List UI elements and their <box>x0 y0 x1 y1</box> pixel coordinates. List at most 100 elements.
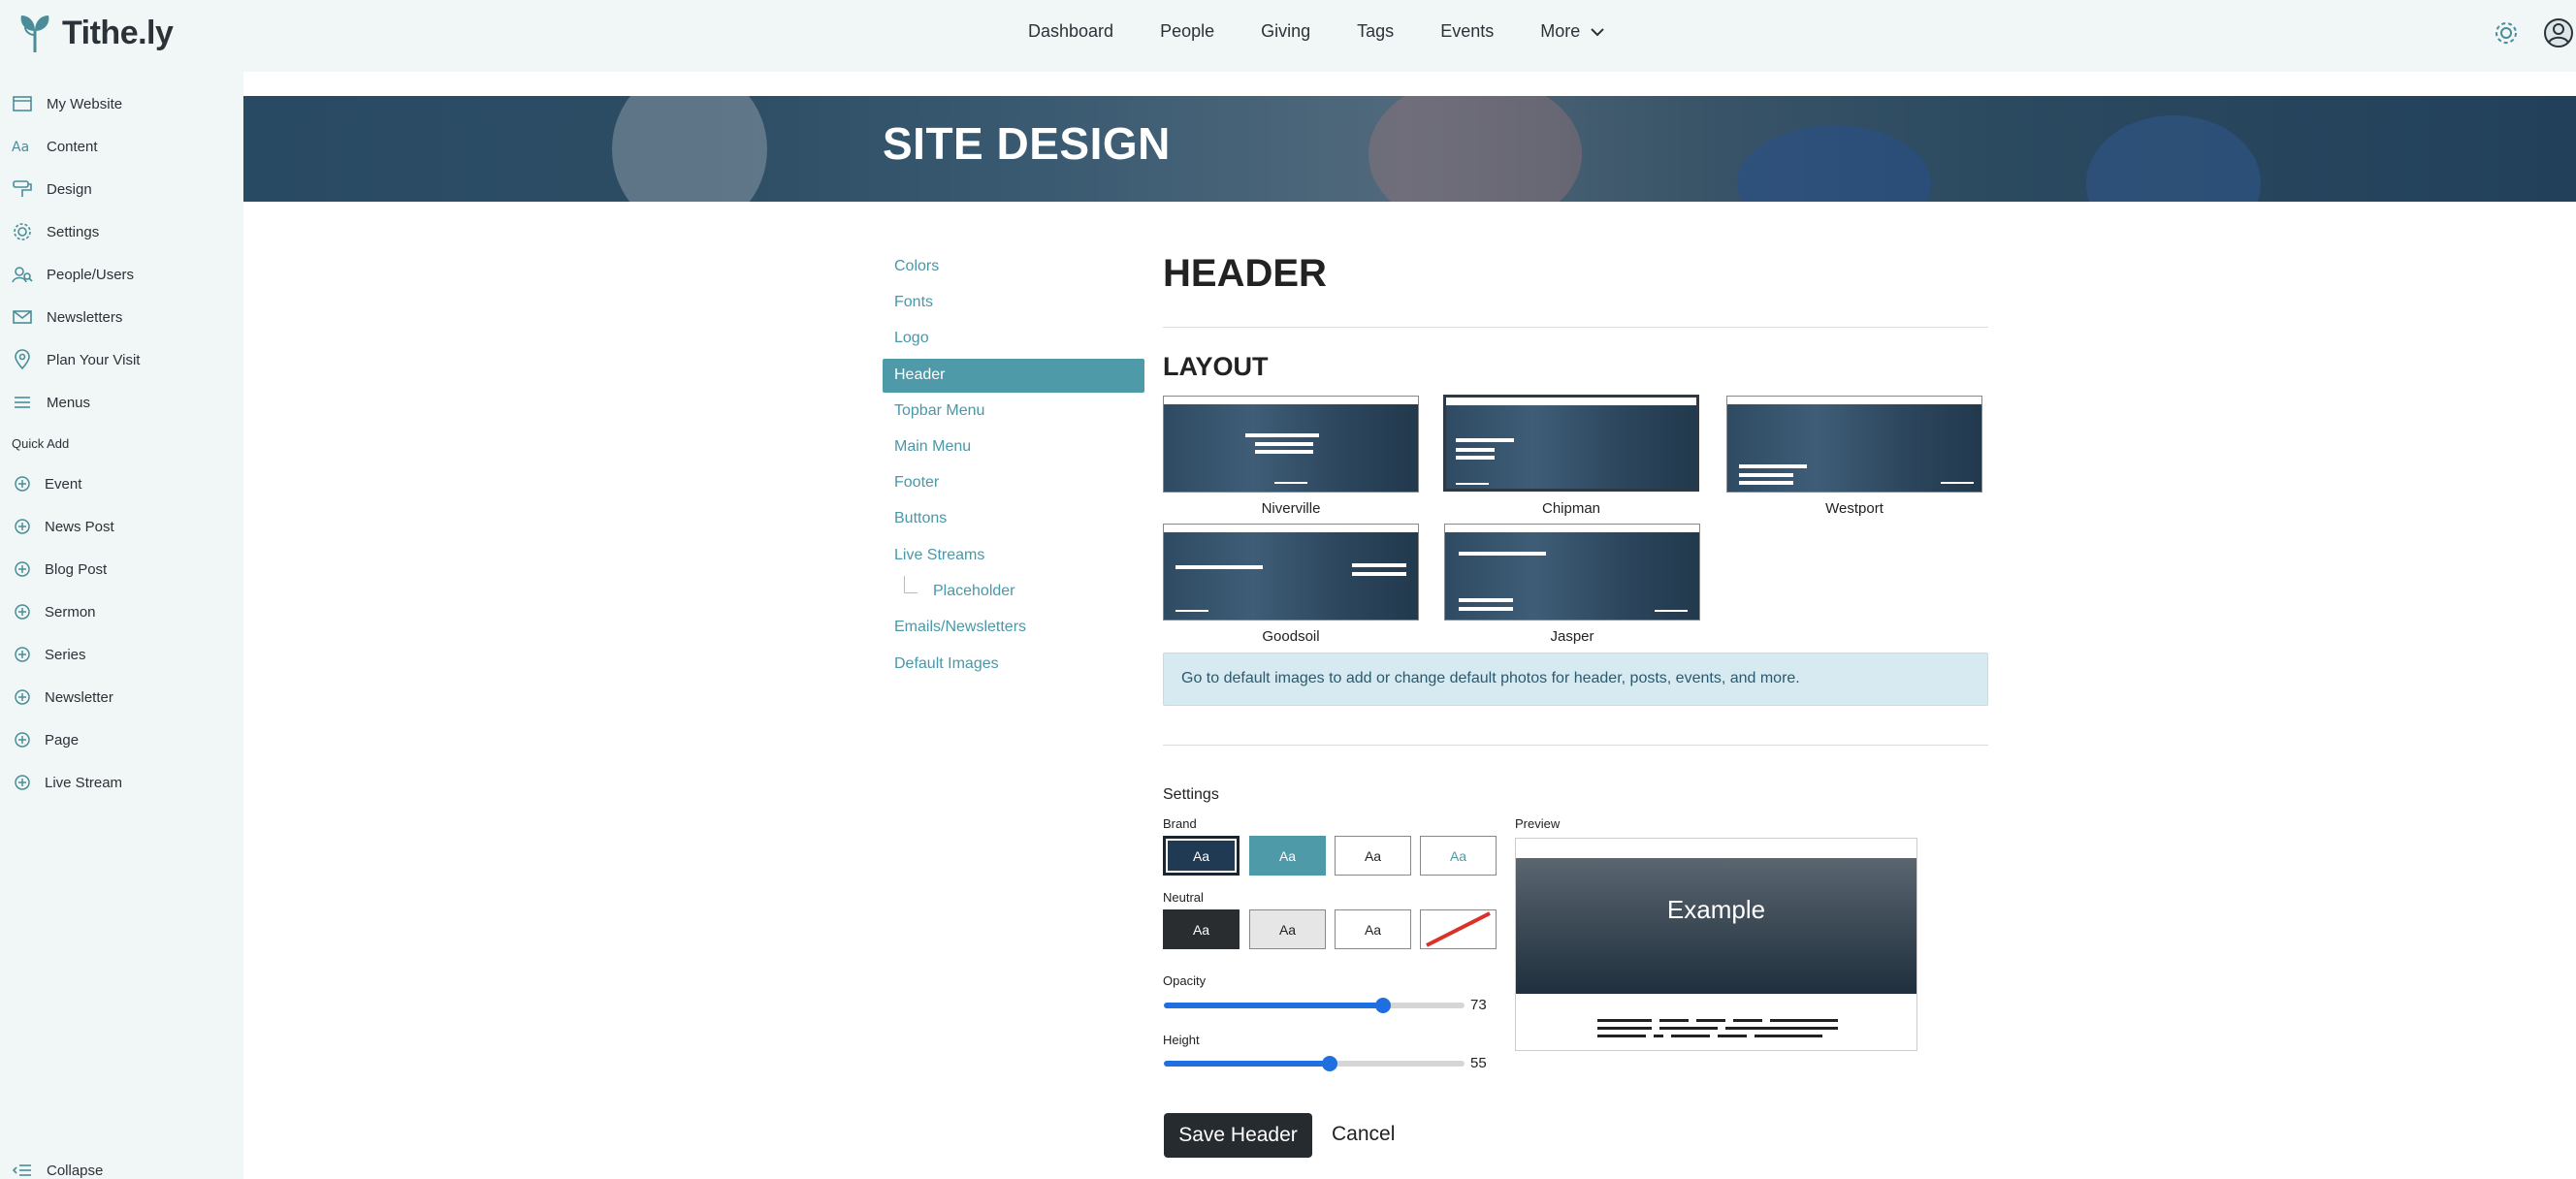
sidebar-item-people-users[interactable]: People/Users <box>12 264 134 285</box>
sidebar-item-label: Newsletters <box>47 308 123 326</box>
section-nav-colors[interactable]: Colors <box>894 258 939 275</box>
layout-option-niverville[interactable] <box>1163 396 1419 493</box>
neutral-swatch-none[interactable] <box>1420 909 1497 949</box>
section-nav-default-images[interactable]: Default Images <box>894 655 999 673</box>
layout-option-goodsoil[interactable] <box>1163 524 1419 621</box>
tree-connector <box>904 576 918 593</box>
section-nav-footer[interactable]: Footer <box>894 474 939 492</box>
user-search-icon <box>12 267 33 283</box>
quick-add-live-stream[interactable]: Live Stream <box>14 774 122 791</box>
sidebar-item-menus[interactable]: Menus <box>12 392 90 413</box>
plus-circle-icon <box>15 775 30 790</box>
preview-example-text: Example <box>1666 895 1766 924</box>
height-label: Height <box>1163 1033 1200 1047</box>
sidebar-collapse[interactable]: Collapse <box>12 1160 103 1179</box>
page-hero-banner: SITE DESIGN <box>243 96 2576 202</box>
leaf-logo-icon <box>20 16 49 52</box>
swatch-text: Aa <box>1192 847 1210 864</box>
quick-add-news-post[interactable]: News Post <box>14 518 114 535</box>
preview-label: Preview <box>1515 816 1561 831</box>
swatch-text: Aa <box>1278 847 1297 864</box>
quick-add-label: Live Stream <box>45 774 123 791</box>
sidebar-item-design[interactable]: Design <box>12 178 92 200</box>
slider-knob[interactable] <box>1321 1056 1337 1071</box>
section-nav-live-streams[interactable]: Live Streams <box>894 547 984 564</box>
preview-image <box>1516 858 1916 994</box>
section-nav-logo[interactable]: Logo <box>894 330 929 347</box>
height-slider[interactable] <box>1164 1056 1465 1071</box>
section-nav-buttons[interactable]: Buttons <box>894 510 947 527</box>
plus-circle-icon <box>15 647 30 662</box>
neutral-swatch-white[interactable]: Aa <box>1335 909 1411 949</box>
layout-label: Niverville <box>1261 500 1321 517</box>
cancel-button[interactable]: Cancel <box>1332 1123 1395 1146</box>
sidebar-item-label: People/Users <box>47 266 135 283</box>
quick-add-blog-post[interactable]: Blog Post <box>14 560 107 578</box>
neutral-swatch-dark[interactable]: Aa <box>1163 909 1240 949</box>
layout-option-chipman[interactable] <box>1443 395 1699 492</box>
nav-events[interactable]: Events <box>1440 21 1494 42</box>
height-value: 55 <box>1470 1055 1487 1071</box>
gear-icon[interactable] <box>2493 19 2520 47</box>
quick-add-page[interactable]: Page <box>14 731 79 749</box>
plus-circle-icon <box>15 732 30 748</box>
quick-add-sermon[interactable]: Sermon <box>14 603 96 621</box>
section-nav-fonts[interactable]: Fonts <box>894 294 933 311</box>
plus-circle-icon <box>15 476 30 492</box>
collapse-icon <box>12 1164 31 1176</box>
nav-more[interactable]: More <box>1540 21 1605 42</box>
layout-option-jasper[interactable] <box>1444 524 1700 621</box>
brand-swatch-dark[interactable]: Aa <box>1163 836 1240 876</box>
brand-swatch-white[interactable]: Aa <box>1335 836 1411 876</box>
sidebar-item-label: Content <box>47 138 98 155</box>
sidebar-item-settings[interactable]: Settings <box>12 221 99 242</box>
save-header-button[interactable]: Save Header <box>1164 1113 1312 1158</box>
no-color-slash-icon <box>1426 911 1491 947</box>
app-name: Tithe.ly <box>62 14 174 51</box>
text-aa-icon: Aa <box>12 140 29 155</box>
nav-tags[interactable]: Tags <box>1357 21 1394 42</box>
left-sidebar: My Website Aa Content Design Settings Pe… <box>0 72 243 1179</box>
brand-label: Brand <box>1163 816 1197 831</box>
section-nav-main-menu[interactable]: Main Menu <box>894 438 971 456</box>
sidebar-item-my-website[interactable]: My Website <box>12 93 122 114</box>
tithely-logo[interactable]: Tithe.ly <box>17 12 174 54</box>
section-nav-emails-newsletters[interactable]: Emails/Newsletters <box>894 619 1026 636</box>
quick-add-newsletter[interactable]: Newsletter <box>14 688 113 706</box>
quick-add-series[interactable]: Series <box>14 646 86 663</box>
quick-add-label: Newsletter <box>45 688 113 706</box>
plus-circle-icon <box>15 689 30 705</box>
nav-dashboard[interactable]: Dashboard <box>1028 21 1113 42</box>
brand-swatch-teal[interactable]: Aa <box>1249 836 1326 876</box>
quick-add-label: Event <box>45 475 82 493</box>
sidebar-item-label: Plan Your Visit <box>47 351 141 368</box>
user-avatar-icon[interactable] <box>2543 17 2574 48</box>
quick-add-label: Series <box>45 646 86 663</box>
layout-heading: LAYOUT <box>1163 352 1269 381</box>
top-nav: Dashboard People Giving Tags Events More <box>1028 21 1652 42</box>
layout-label: Jasper <box>1550 628 1594 645</box>
layout-label: Chipman <box>1541 500 1601 517</box>
section-nav-topbar-menu[interactable]: Topbar Menu <box>894 402 984 420</box>
neutral-swatch-light-gray[interactable]: Aa <box>1249 909 1326 949</box>
quick-add-event[interactable]: Event <box>14 475 81 493</box>
sidebar-item-newsletters[interactable]: Newsletters <box>12 306 122 328</box>
info-text[interactable]: Go to default images to add or change de… <box>1181 670 1800 687</box>
settings-heading: Settings <box>1163 786 1219 803</box>
quick-add-label: News Post <box>45 518 114 535</box>
slider-knob[interactable] <box>1375 998 1392 1013</box>
layout-option-westport[interactable] <box>1726 396 1982 493</box>
section-nav-placeholder[interactable]: Placeholder <box>933 583 1015 600</box>
section-nav-header[interactable]: Header <box>894 366 945 384</box>
swatch-text: Aa <box>1364 847 1382 864</box>
sidebar-item-content[interactable]: Aa Content <box>12 136 98 157</box>
sidebar-item-label: Menus <box>47 394 91 411</box>
nav-people[interactable]: People <box>1160 21 1214 42</box>
swatch-text: Aa <box>1192 921 1210 938</box>
sidebar-item-plan-your-visit[interactable]: Plan Your Visit <box>12 349 140 370</box>
opacity-slider[interactable] <box>1164 998 1465 1013</box>
brand-swatch-white-teal-text[interactable]: Aa <box>1420 836 1497 876</box>
nav-giving[interactable]: Giving <box>1261 21 1310 42</box>
sidebar-item-label: Settings <box>47 223 100 240</box>
default-images-info-alert: Go to default images to add or change de… <box>1163 653 1988 706</box>
